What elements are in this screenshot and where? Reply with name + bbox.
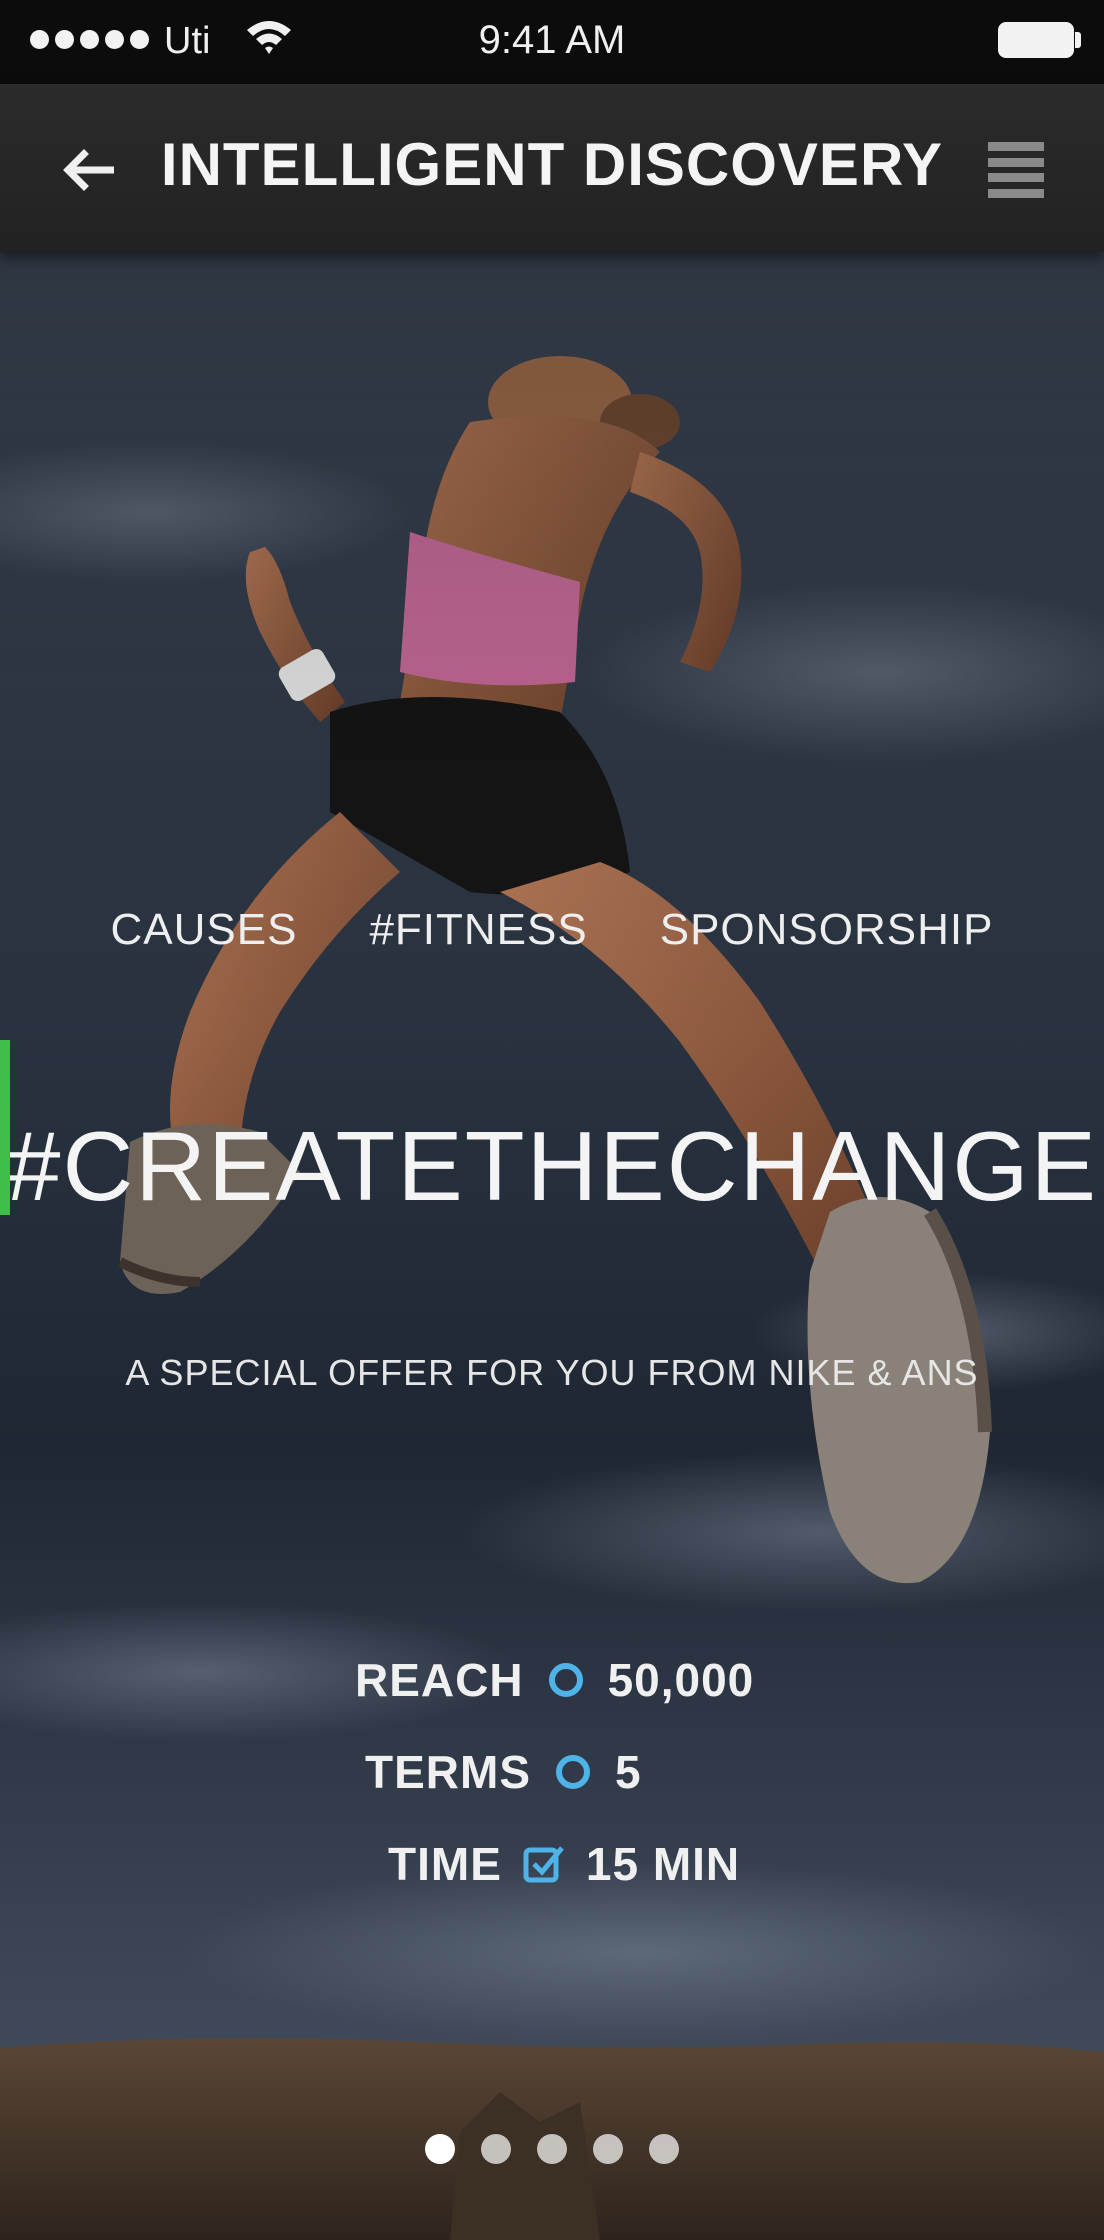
stat-time: TIME 15 MIN xyxy=(388,1834,740,1894)
battery-icon xyxy=(998,22,1081,58)
navigation-bar: INTELLIGENT DISCOVERY xyxy=(0,84,1104,252)
app-screen: Uti 9:41 AM INTELLIGENT DISCOVERY CAUSES… xyxy=(0,0,1104,2240)
target-icon xyxy=(544,1658,588,1702)
category-tags: CAUSES #FITNESS SPONSORSHIP xyxy=(0,905,1104,955)
stat-value: 5 xyxy=(615,1746,642,1798)
checkbox-icon xyxy=(522,1842,566,1886)
page-indicator-accent xyxy=(0,1040,10,1215)
stat-label: TERMS xyxy=(365,1746,531,1798)
page-dot-1[interactable] xyxy=(425,2134,455,2164)
campaign-subline: A SPECIAL OFFER FOR YOU FROM NIKE & ANS xyxy=(125,1352,979,1393)
stat-label: TIME xyxy=(388,1838,502,1890)
hamburger-line xyxy=(988,157,1044,167)
page-title: INTELLIGENT DISCOVERY xyxy=(160,131,944,198)
status-bar: Uti 9:41 AM xyxy=(0,0,1104,84)
page-dot-5[interactable] xyxy=(649,2134,679,2164)
tag-causes[interactable]: CAUSES xyxy=(111,905,298,955)
hamburger-menu-icon xyxy=(988,142,1044,151)
campaign-headline: #CREATETHECHANGE xyxy=(5,1111,1098,1221)
target-icon xyxy=(551,1750,595,1794)
page-dot-2[interactable] xyxy=(481,2134,511,2164)
hamburger-line xyxy=(988,188,1044,198)
page-dot-3[interactable] xyxy=(537,2134,567,2164)
tag-fitness[interactable]: #FITNESS xyxy=(369,905,587,955)
hamburger-line xyxy=(988,173,1044,183)
stat-value: 15 MIN xyxy=(585,1838,741,1890)
tag-sponsorship[interactable]: SPONSORSHIP xyxy=(660,905,994,955)
stat-label: REACH xyxy=(355,1654,524,1706)
page-dot-4[interactable] xyxy=(593,2134,623,2164)
status-time: 9:41 AM xyxy=(478,18,626,62)
menu-button[interactable] xyxy=(988,142,1044,198)
stat-terms: TERMS 5 xyxy=(365,1742,642,1802)
hero-image xyxy=(0,252,1104,2240)
stat-value: 50,000 xyxy=(607,1654,755,1706)
stat-reach: REACH 50,000 xyxy=(355,1650,754,1710)
pagination-dots xyxy=(0,2134,1104,2164)
